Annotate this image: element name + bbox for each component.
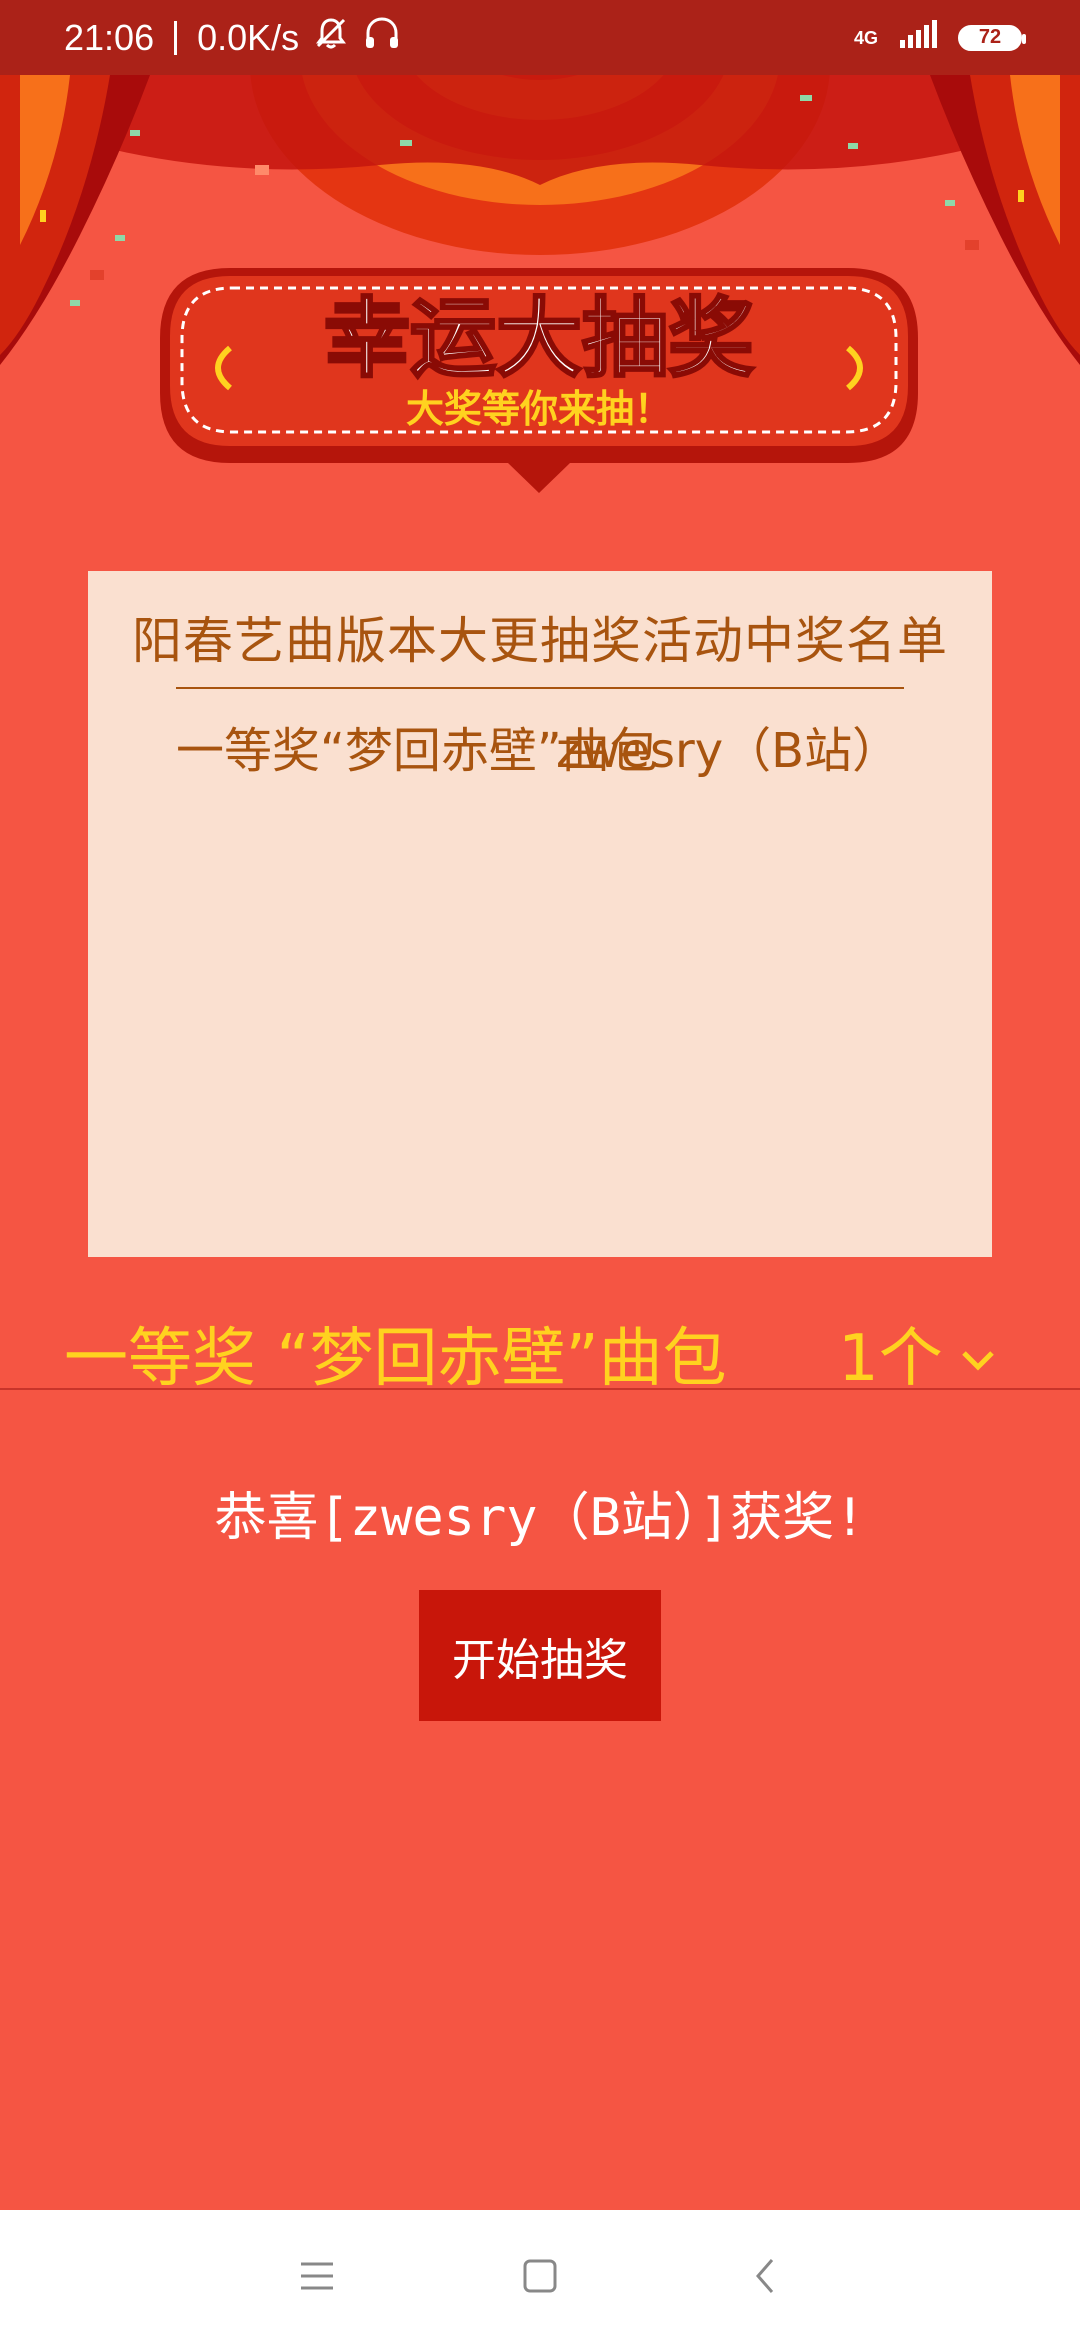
winners-list-panel: 阳春艺曲版本大更抽奖活动中奖名单 一等奖“梦回赤壁”曲包 zwesry（B站） bbox=[88, 571, 992, 1257]
banner-title: 幸运大抽奖 bbox=[324, 289, 754, 389]
status-bar: 21:06 0.0K/s 4G 72 bbox=[0, 0, 1080, 75]
chevron-down-icon[interactable] bbox=[958, 1323, 998, 1371]
headphones-icon bbox=[363, 15, 401, 60]
banner-subtitle: 大奖等你来抽！ bbox=[406, 387, 672, 431]
status-separator bbox=[174, 20, 178, 55]
menu-icon[interactable] bbox=[293, 2252, 341, 2300]
status-time: 21:06 bbox=[64, 16, 155, 58]
prize-select-dropdown[interactable]: 一等奖 “梦回赤壁”曲包 1个 bbox=[0, 1285, 1080, 1396]
page: 21:06 0.0K/s 4G 72 幸运大抽奖 大奖等你来抽！ 阳春艺曲版本大… bbox=[0, 0, 1080, 2340]
lottery-banner: 幸运大抽奖 大奖等你来抽！ bbox=[160, 268, 918, 498]
winner-entry-name: zwesry（B站） bbox=[556, 723, 901, 779]
start-lottery-button[interactable]: 开始抽奖 bbox=[419, 1590, 661, 1721]
winners-list-title: 阳春艺曲版本大更抽奖活动中奖名单 bbox=[132, 612, 948, 670]
winner-entry: 一等奖“梦回赤壁”曲包 zwesry（B站） bbox=[176, 711, 976, 781]
prize-select-count: 1个 bbox=[838, 1322, 943, 1396]
back-icon[interactable] bbox=[742, 2252, 790, 2300]
signal-icon bbox=[898, 17, 938, 59]
network-speed: 0.0K/s bbox=[197, 16, 300, 58]
battery-icon: 72 bbox=[958, 24, 1026, 51]
home-icon[interactable] bbox=[516, 2252, 564, 2300]
network-type: 4G bbox=[853, 27, 878, 48]
winners-divider bbox=[176, 687, 904, 689]
navigation-bar bbox=[0, 2210, 1080, 2340]
congrats-message: 恭喜[zwesry（B站）]获奖! bbox=[214, 1488, 866, 1548]
prize-select-name: 一等奖 “梦回赤壁”曲包 bbox=[64, 1322, 727, 1396]
mute-bell-icon bbox=[313, 15, 349, 60]
